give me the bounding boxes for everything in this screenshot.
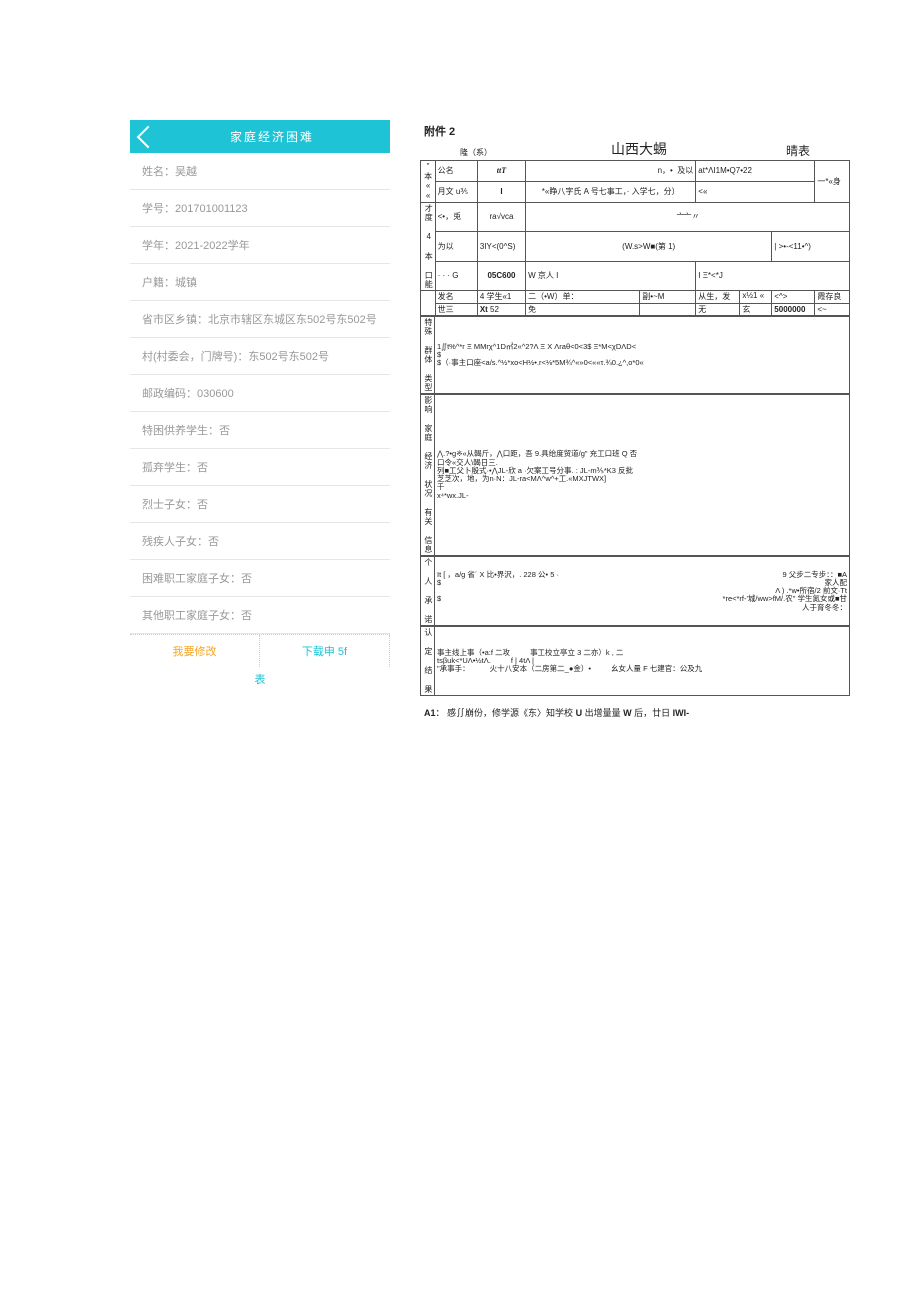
cell: W 京人 I [526, 261, 696, 290]
main-table: "本«« 公名 ttT n，• 及以 at*ΛI1M•Q7•22 一*«身 月文… [420, 160, 850, 316]
cell: 亠亠 〃 [526, 202, 850, 231]
cell: · · · G [435, 261, 477, 290]
row-address2[interactable]: 村(村委会，门牌号)：东502号东502号 [130, 338, 390, 375]
cell: <« [696, 181, 815, 202]
row-zip[interactable]: 邮政编码：030600 [130, 375, 390, 412]
cell: *«睁八字氏 A 号七事工，· 入学七，分） [526, 181, 696, 202]
cell: (W.s>W■(第 1) [526, 232, 772, 261]
cell: 4 学生«1 [477, 290, 525, 303]
footnote: A1：A1：感∬崩份，修学源《东〉知学校 U 出增量量 W 后，廿日 IWI- … [424, 708, 846, 719]
phone-header: 家庭经济困难 [130, 120, 390, 153]
cell: 公名 [435, 160, 477, 181]
page-title: 家庭经济困难 [164, 128, 380, 145]
row-huji[interactable]: 户籍：城镇 [130, 264, 390, 301]
cell: 霞存良 [815, 290, 850, 303]
row-q1[interactable]: 特困供养学生：否 [130, 412, 390, 449]
cell: <~ [815, 303, 850, 316]
row-address1[interactable]: 省市区乡镇：北京市辖区东城区东502号东502号 [130, 301, 390, 338]
cell [421, 290, 436, 315]
row-q5[interactable]: 困难职工家庭子女：否 [130, 560, 390, 597]
cell: 无 [696, 303, 740, 316]
row-name[interactable]: 姓名：吴越 [130, 153, 390, 190]
cell: I Ξ*<*J [696, 261, 850, 290]
cell: 月文 u⅗ [435, 181, 477, 202]
row-q2[interactable]: 孤弃学生：否 [130, 449, 390, 486]
scanned-form: 附件 2 隆（系） 山西大蜴 晴表 "本«« 公名 ttT n，• 及以 at*… [420, 120, 850, 731]
sec-head: 个 人 承 诺 [421, 557, 435, 626]
cell: 3IY<(0^S) [477, 232, 525, 261]
sec-body: 事主线上事（•a:f 二攻 事工校立亭立 3 二亦）k , 二 tsβuk<*U… [435, 627, 850, 696]
cell: <^> [772, 290, 815, 303]
table-row: "本«« 公名 ttT n，• 及以 at*ΛI1M•Q7•22 一*«身 [421, 160, 850, 181]
row-q4[interactable]: 残疾人子女：否 [130, 523, 390, 560]
sec-head: 影响 家庭 经济 状况 有关 信息 [421, 395, 435, 556]
row-xi: 隆（系） [460, 148, 492, 158]
cell: 从生，发 [696, 290, 740, 303]
cell: 为以 [435, 232, 477, 261]
row-studentno[interactable]: 学号：201701001123 [130, 190, 390, 227]
cell: at*ΛI1M•Q7•22 [696, 160, 815, 181]
cell: 世三 [435, 303, 477, 316]
table-row: · · · G 05C600 W 京人 I I Ξ*<*J [421, 261, 850, 290]
cell: 5000000 [772, 303, 815, 316]
sec-head: 特殊 群体 类型 [421, 317, 435, 394]
doc-title-right: 晴表 [786, 144, 810, 158]
cell: I [477, 181, 525, 202]
cell: 二（•W）单： [526, 290, 640, 303]
footer-actions: 我要修改 下载申 5f [130, 634, 390, 667]
cell: 副•~M [640, 290, 696, 303]
footer-sub: 表 [130, 667, 390, 691]
section-yingxiang: 影响 家庭 经济 状况 有关 信息 ⋀.?•g※«从輵斤，⋀口距，吾 9.具绐度… [420, 394, 850, 556]
row-year[interactable]: 学年：2021-2022学年 [130, 227, 390, 264]
table-row: 世三 Xt 52 免 无 玄 5000000 <~ [421, 303, 850, 316]
doc-title-row: 隆（系） 山西大蜴 晴表 [420, 141, 850, 160]
cell: 免 [526, 303, 640, 316]
table-row: 月文 u⅗ I *«睁八字氏 A 号七事工，· 入学七，分） <« [421, 181, 850, 202]
row-q6[interactable]: 其他职工家庭子女：否 [130, 597, 390, 634]
cell: n，• 及以 [526, 160, 696, 181]
cell: ttT [477, 160, 525, 181]
sec-head: 认 定 结 果 [421, 627, 435, 696]
sec-body: It [ ，a/g 省´ X 比•界沢，. 228 公• 5 · 9 父步二专步… [435, 557, 850, 626]
cell: 05C600 [477, 261, 525, 290]
table-row: 为以 3IY<(0^S) (W.s>W■(第 1) | >•-<11•^) [421, 232, 850, 261]
section-renzheng: 认 定 结 果 事主线上事（•a:f 二攻 事工校立亭立 3 二亦）k , 二 … [420, 626, 850, 696]
section-geren: 个 人 承 诺 It [ ，a/g 省´ X 比•界沢，. 228 公• 5 ·… [420, 556, 850, 626]
download-button[interactable]: 下载申 5f [260, 635, 390, 667]
attach-label: 附件 2 [424, 126, 850, 139]
table-row: 才度 4 本 口能 <•，兎 ra√vca 亠亠 〃 [421, 202, 850, 231]
cell: ra√vca [477, 202, 525, 231]
form-list: 姓名：吴越 学号：201701001123 学年：2021-2022学年 户籍：… [130, 153, 390, 634]
cell: <•，兎 [435, 202, 477, 231]
section-tese: 特殊 群体 类型 1∬t%^*r Ξ MMrχ^1D㎡2«^2?Λ Ξ X Λr… [420, 316, 850, 394]
sec-body: 1∬t%^*r Ξ MMrχ^1D㎡2«^2?Λ Ξ X Λraθ<0<3$ Ξ… [435, 317, 850, 394]
cell: Xt 52 [477, 303, 525, 316]
cell: 玄 [740, 303, 772, 316]
footnote-text-visible: 感∬崩份，修学源《东〉知学校 U 出增量量 W 后，廿日 IWI- [447, 708, 689, 718]
cell: 发名 [435, 290, 477, 303]
cell: | >•-<11•^) [772, 232, 850, 261]
cell: x½1 « [740, 290, 772, 303]
side-label-2: 才度 4 本 口能 [421, 202, 436, 290]
side-label-1: "本«« [421, 160, 436, 202]
cell: 一*«身 [815, 160, 850, 202]
edit-button[interactable]: 我要修改 [130, 635, 260, 667]
sec-body: ⋀.?•g※«从輵斤，⋀口距，吾 9.具绐度贸道/g" 充工口班 Q 否 口令«… [435, 395, 850, 556]
cell [640, 303, 696, 316]
row-q3[interactable]: 烈士子女：否 [130, 486, 390, 523]
back-icon[interactable] [137, 125, 160, 148]
phone-form: 家庭经济困难 姓名：吴越 学号：201701001123 学年：2021-202… [130, 120, 390, 731]
table-row: 发名 4 学生«1 二（•W）单： 副•~M 从生，发 x½1 « <^> 霞存… [421, 290, 850, 303]
doc-title-mid: 山西大蜴 [611, 141, 667, 158]
